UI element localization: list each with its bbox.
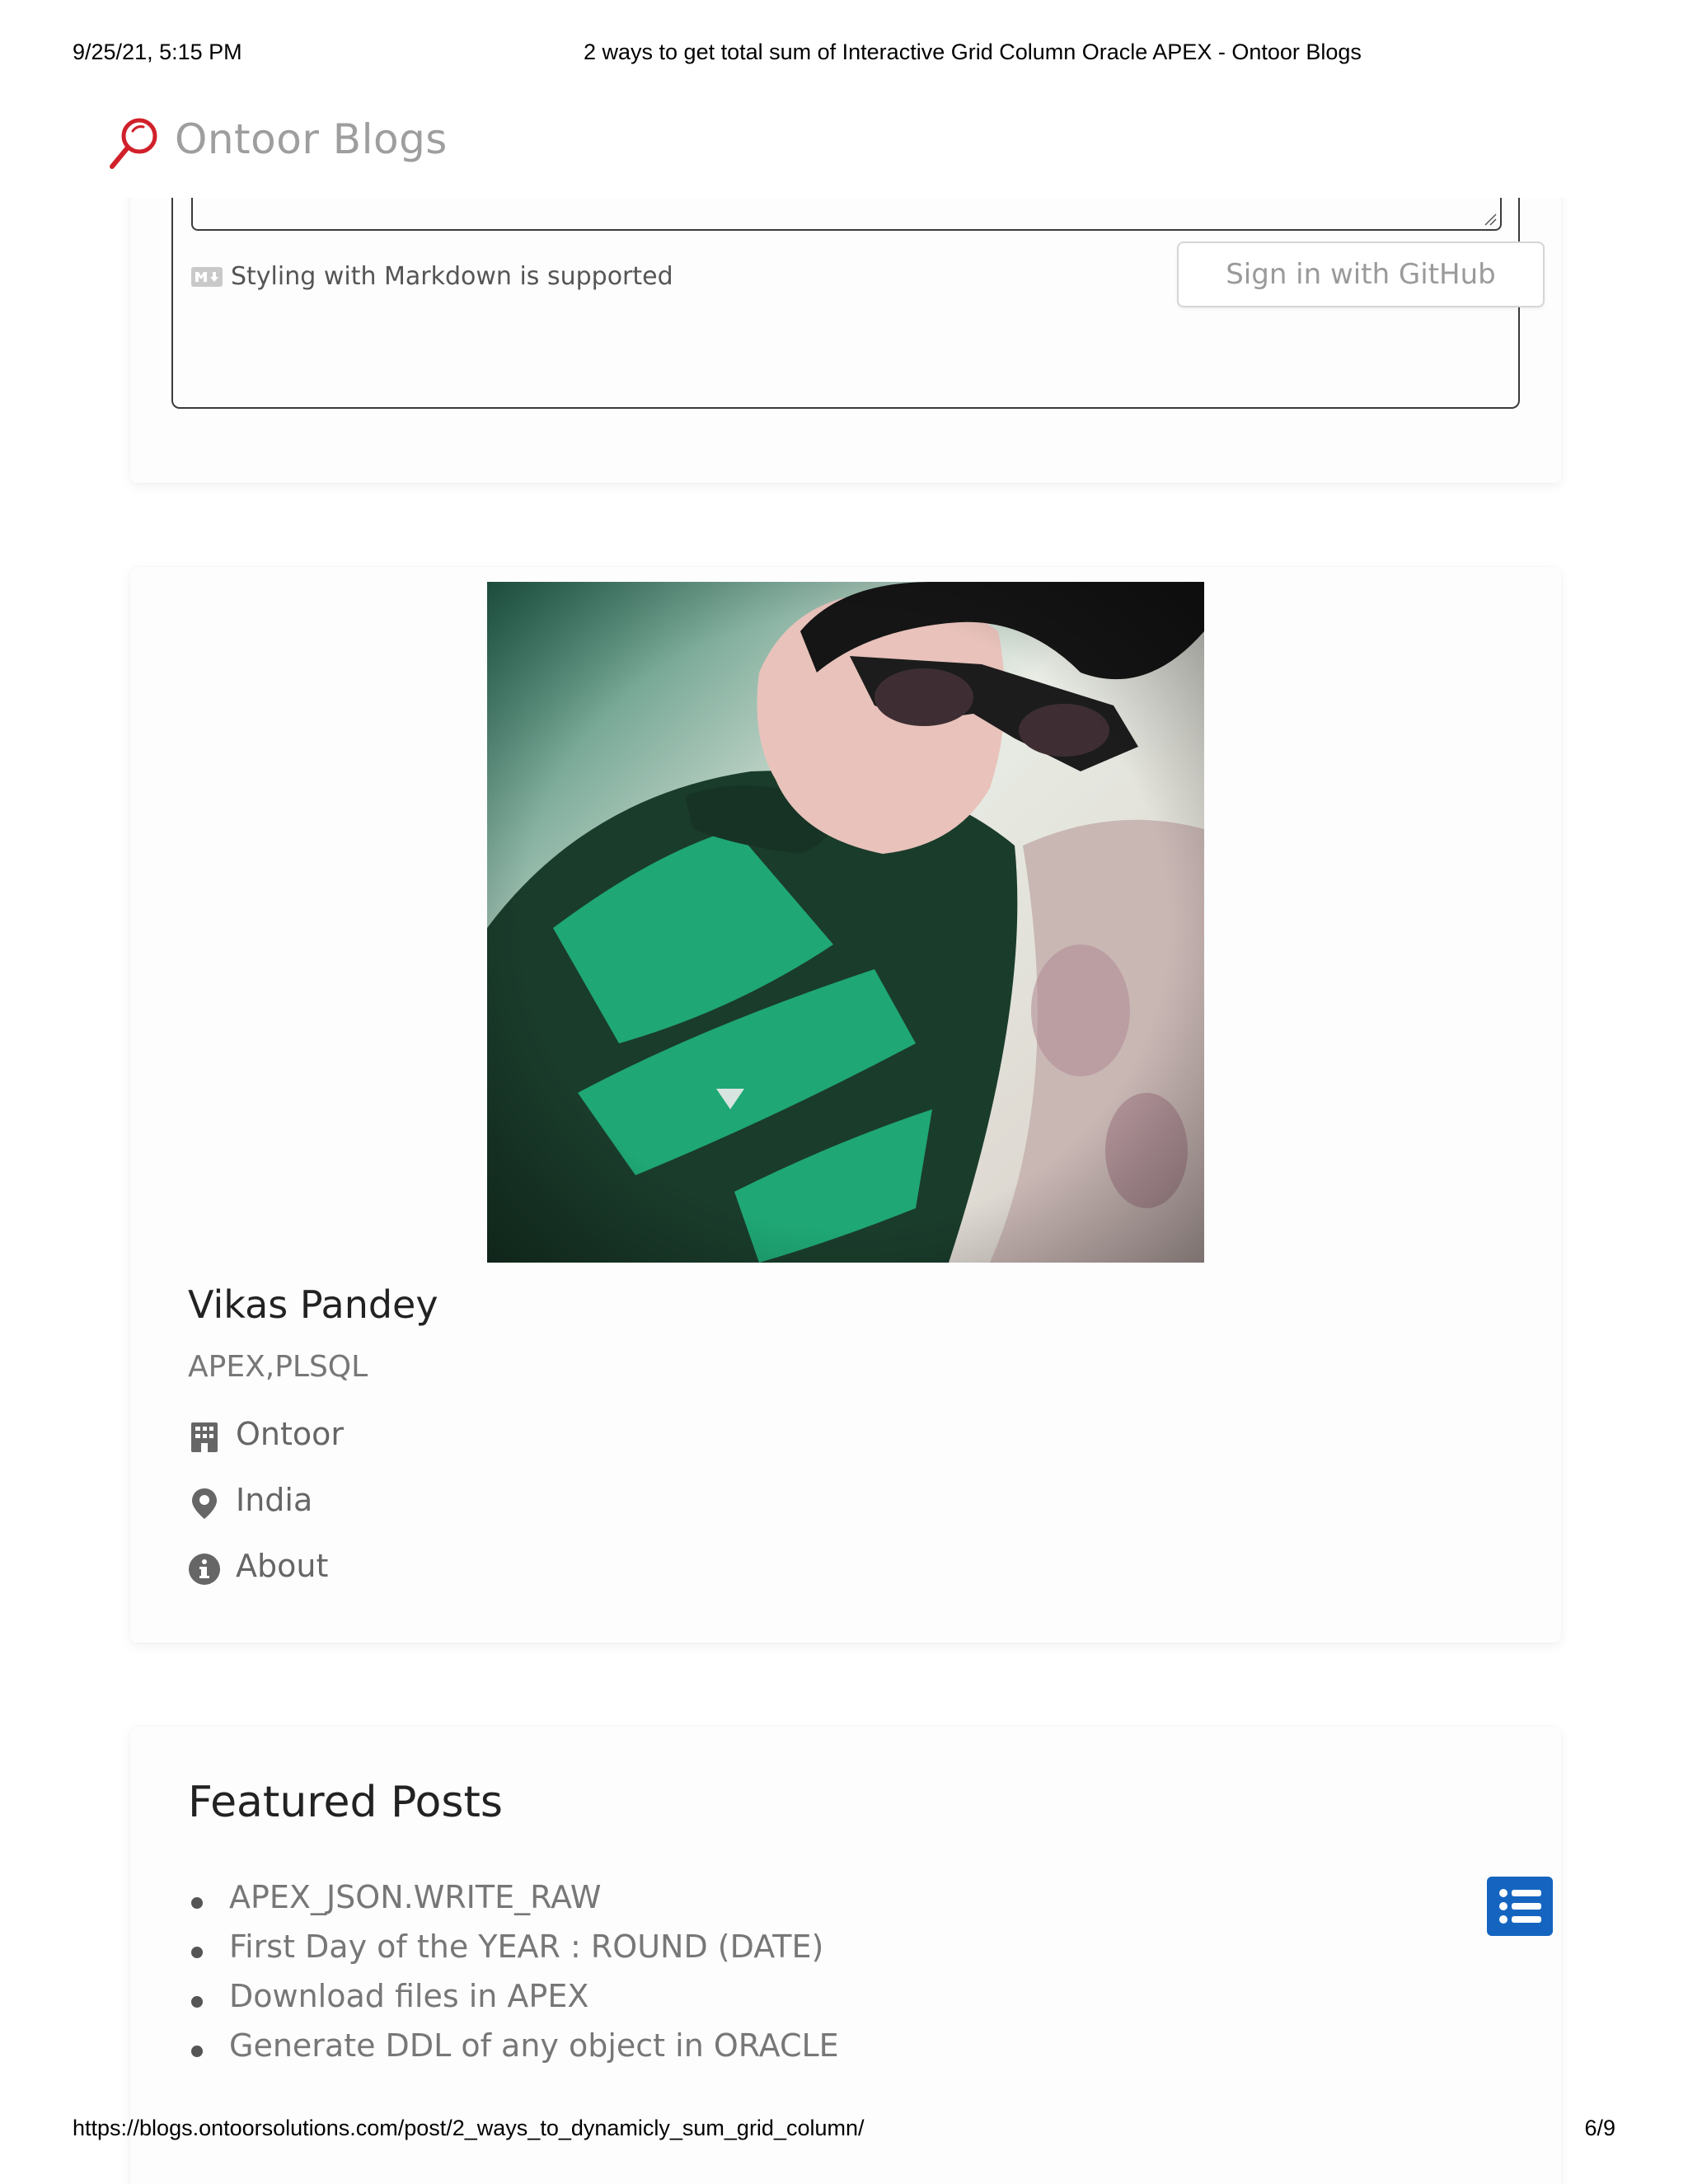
print-page-title: 2 ways to get total sum of Interactive G… bbox=[584, 40, 1362, 64]
print-header: 9/25/21, 5:15 PM 2 ways to get total sum… bbox=[0, 40, 1688, 68]
author-location-text: India bbox=[236, 1482, 313, 1518]
print-footer: https://blogs.ontoorsolutions.com/post/2… bbox=[0, 2116, 1688, 2144]
author-card: Vikas Pandey APEX,PLSQL Ontoor India Abo… bbox=[130, 567, 1561, 1643]
featured-post-link[interactable]: Generate DDL of any object in ORACLE bbox=[188, 2027, 839, 2077]
table-of-contents-button[interactable] bbox=[1487, 1877, 1553, 1936]
print-url: https://blogs.ontoorsolutions.com/post/2… bbox=[73, 2116, 865, 2140]
markdown-icon bbox=[191, 267, 223, 287]
featured-post-link[interactable]: APEX_JSON.WRITE_RAW bbox=[188, 1879, 839, 1929]
featured-posts-list: APEX_JSON.WRITE_RAW First Day of the YEA… bbox=[188, 1879, 839, 2077]
map-pin-icon bbox=[192, 1488, 217, 1519]
featured-posts-title: Featured Posts bbox=[188, 1778, 503, 1827]
featured-post-link[interactable]: Download files in APEX bbox=[188, 1978, 839, 2027]
print-datetime: 9/25/21, 5:15 PM bbox=[73, 40, 242, 64]
resize-grip-icon[interactable] bbox=[1482, 211, 1497, 226]
author-tags: APEX,PLSQL bbox=[188, 1350, 368, 1384]
author-photo bbox=[487, 582, 1204, 1263]
author-company-text: Ontoor bbox=[236, 1416, 345, 1452]
author-about-link[interactable]: About bbox=[236, 1548, 328, 1584]
markdown-note: Styling with Markdown is supported bbox=[231, 262, 673, 291]
magnifier-logo-icon[interactable] bbox=[106, 115, 160, 173]
github-signin-button[interactable]: Sign in with GitHub bbox=[1177, 241, 1545, 307]
featured-post-link[interactable]: First Day of the YEAR : ROUND (DATE) bbox=[188, 1929, 839, 1978]
print-page-number: 6/9 bbox=[1584, 2116, 1615, 2140]
site-title[interactable]: Ontoor Blogs bbox=[175, 115, 448, 163]
info-icon bbox=[189, 1554, 220, 1585]
building-icon bbox=[191, 1422, 218, 1452]
list-icon bbox=[1499, 1889, 1541, 1924]
site-header: Ontoor Blogs bbox=[0, 107, 1688, 198]
author-name: Vikas Pandey bbox=[188, 1282, 438, 1327]
